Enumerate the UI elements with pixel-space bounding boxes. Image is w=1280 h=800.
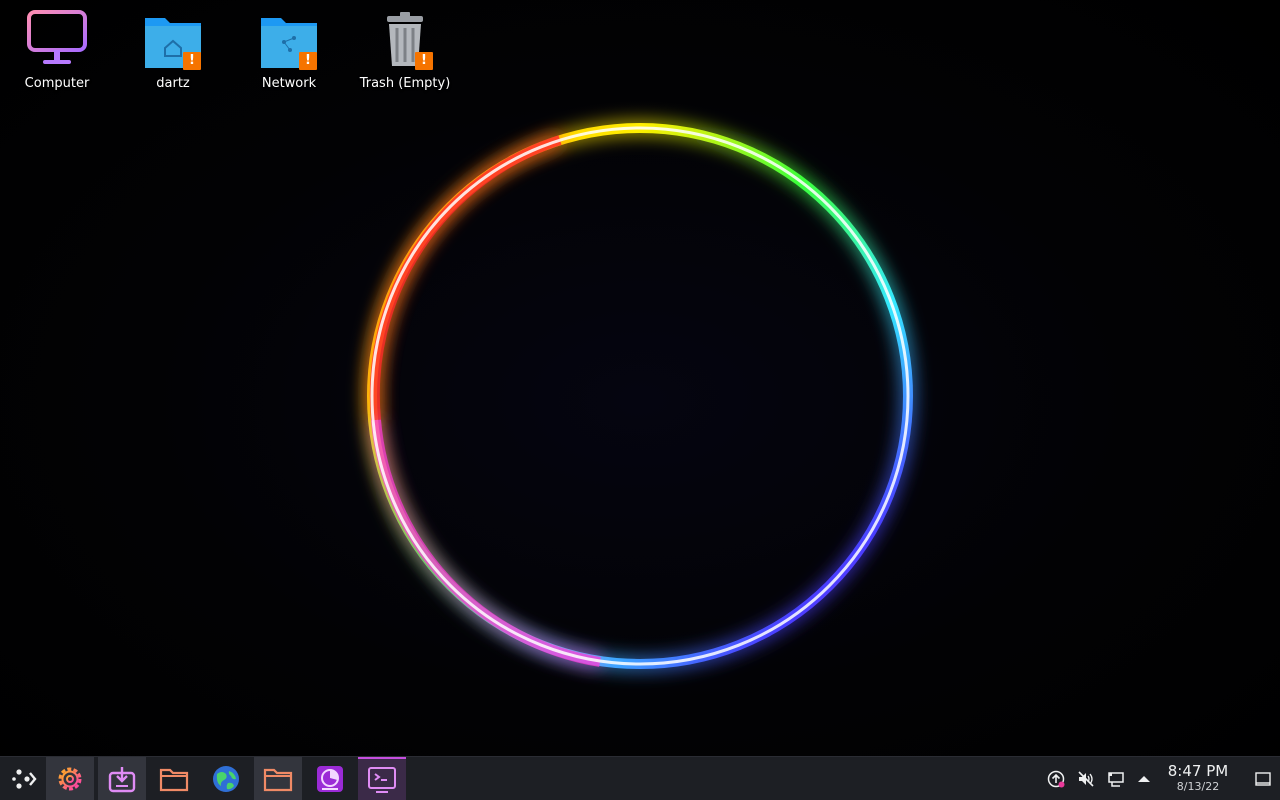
home-folder-icon: ! (141, 8, 205, 72)
expand-arrow-icon[interactable] (1134, 769, 1154, 789)
network-wired-icon[interactable] (1106, 769, 1126, 789)
digital-clock[interactable]: 8:47 PM 8/13/22 (1158, 763, 1238, 794)
network-folder-icon: ! (257, 8, 321, 72)
task-file-manager[interactable] (150, 757, 198, 800)
discover-store-icon (108, 766, 136, 792)
warning-badge: ! (299, 52, 317, 70)
application-launcher-icon (12, 768, 37, 789)
web-browser-globe-icon (213, 765, 239, 792)
update-notifier-icon[interactable] (1046, 769, 1066, 789)
task-web-browser[interactable] (202, 757, 250, 800)
taskbar: 8:47 PM 8/13/22 (0, 756, 1280, 800)
application-launcher-button[interactable] (0, 757, 48, 800)
desktop-icon-label: Computer (24, 76, 90, 91)
desktop[interactable]: Computer ! dartz ! Network ! Trash (Empt… (0, 0, 1280, 756)
wallpaper-rainbow-ring (367, 123, 913, 669)
task-terminal[interactable] (358, 757, 406, 800)
desktop-icon-label: Network (261, 76, 317, 91)
folder-icon (263, 768, 293, 791)
task-file-manager-2[interactable] (254, 757, 302, 800)
warning-badge: ! (415, 52, 433, 70)
warning-badge: ! (183, 52, 201, 70)
task-discover[interactable] (98, 757, 146, 800)
system-tray: 8:47 PM 8/13/22 (1040, 757, 1280, 800)
folder-icon (159, 768, 189, 791)
clock-date: 8/13/22 (1176, 780, 1220, 793)
task-disk-usage[interactable] (306, 757, 354, 800)
desktop-icon-network[interactable]: ! Network (239, 8, 339, 100)
disk-usage-icon (317, 765, 343, 792)
volume-muted-icon[interactable] (1076, 769, 1096, 789)
computer-icon (25, 8, 89, 72)
task-system-settings[interactable] (46, 757, 94, 800)
trash-icon: ! (373, 8, 437, 72)
desktop-icon-trash[interactable]: ! Trash (Empty) (355, 8, 455, 100)
desktop-icon-computer[interactable]: Computer (7, 8, 107, 100)
system-settings-icon (58, 767, 82, 790)
desktop-icon-label: dartz (156, 76, 190, 91)
terminal-icon (368, 766, 396, 793)
clock-time: 8:47 PM (1167, 762, 1229, 780)
desktop-icon-label: Trash (Empty) (359, 76, 451, 91)
show-desktop-button[interactable] (1246, 757, 1280, 800)
desktop-icon-home-folder[interactable]: ! dartz (123, 8, 223, 100)
show-desktop-icon (1255, 772, 1271, 786)
